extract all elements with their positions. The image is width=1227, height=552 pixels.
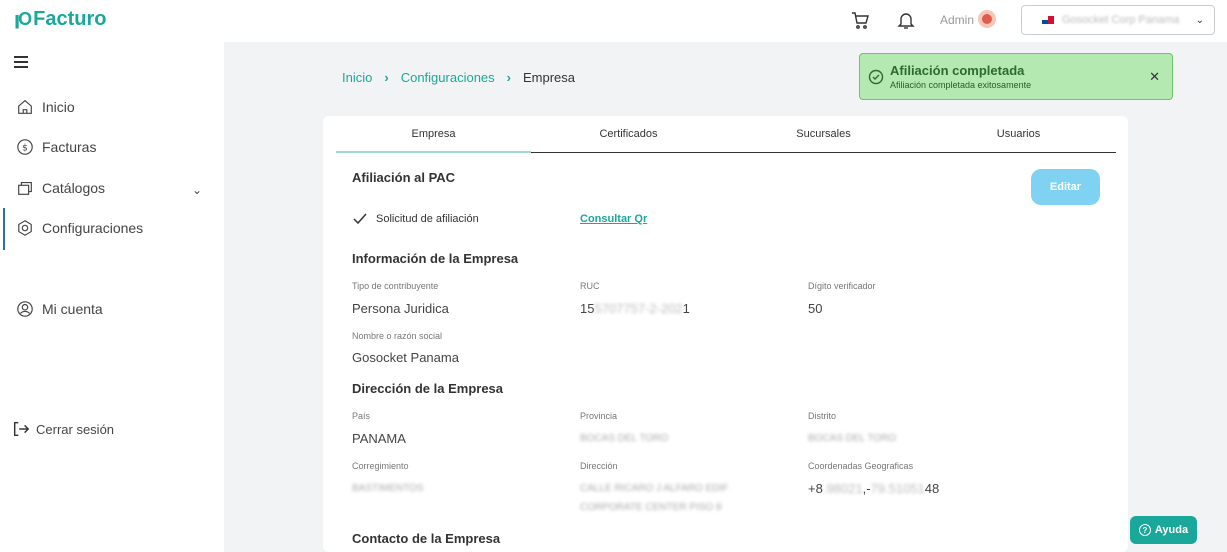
svg-text:$: $ [22,144,28,154]
logout-label: Cerrar sesión [36,421,115,437]
chevron-right-icon: › [384,70,389,85]
sidebar-item-inicio[interactable]: Inicio [16,98,75,116]
check-icon [353,213,367,225]
help-label: Ayuda [1154,524,1189,536]
field-label: Distrito [808,411,837,421]
success-toast: Afiliación completada Afiliación complet… [859,53,1173,100]
street-value-line-2: CORPORATE CENTER PISO 8 [580,502,722,513]
chevron-right-icon: › [506,70,511,85]
sidebar: Inicio $ Facturas Catálogos ⌄ Configurac… [0,42,224,552]
field-label: Provincia [580,411,618,421]
consult-qr-link[interactable]: Consultar Qr [580,213,647,225]
logo-icon: ꞁO [14,9,32,29]
question-icon: ? [1138,524,1151,536]
sidebar-item-label: Mi cuenta [42,301,103,317]
sidebar-item-configuraciones[interactable]: Configuraciones [16,219,143,237]
user-label[interactable]: Admin [940,13,974,27]
chevron-down-icon: ⌄ [1195,14,1204,26]
sidebar-item-catalogos[interactable]: Catálogos [16,179,105,197]
tab-sucursales[interactable]: Sucursales [726,116,921,152]
dollar-circle-icon: $ [17,139,33,155]
active-indicator [3,208,5,250]
township-value: BASTIMENTOS [352,483,424,494]
affiliation-status: Solicitud de afiliación [352,212,479,226]
taxpayer-type-value: Persona Juridica [352,301,449,316]
edit-button[interactable]: Editar [1031,169,1100,205]
gear-icon [18,220,32,236]
cart-icon[interactable] [850,10,870,30]
company-info-title: Información de la Empresa [352,251,519,266]
tab-bar: Empresa Certificados Sucursales Usuarios [336,116,1116,153]
help-button[interactable]: ? Ayuda [1130,516,1197,544]
breadcrumb-current: Empresa [523,70,576,85]
field-label: Dígito verificador [808,281,876,291]
field-label: Nombre o razón social [352,331,443,341]
sidebar-item-label: Inicio [42,99,75,115]
catalog-icon [18,182,32,195]
breadcrumb-section[interactable]: Configuraciones [401,70,495,85]
breadcrumb: Inicio › Configuraciones › Empresa [342,70,575,85]
field-label: País [352,411,371,421]
breadcrumb-home[interactable]: Inicio [342,70,372,85]
contact-title: Contacto de la Empresa [352,531,501,546]
company-card: Empresa Certificados Sucursales Usuarios… [323,116,1128,552]
bell-icon[interactable] [896,10,916,30]
sidebar-item-facturas[interactable]: $ Facturas [16,138,96,156]
district-value: BOCAS DEL TORO [808,433,897,444]
logo-text: Facturo [33,8,107,30]
company-select[interactable]: Gosocket Corp Panama ⌄ [1021,5,1215,35]
close-icon[interactable]: ✕ [1149,69,1160,85]
country-value: PANAMA [352,431,406,446]
field-label: RUC [580,281,600,291]
logout-button[interactable]: Cerrar sesión [12,420,114,438]
street-value-line-1: CALLE RICARO J ALFARO EDIF [580,483,729,494]
pac-section-title: Afiliación al PAC [352,170,456,185]
user-circle-icon [17,301,33,317]
menu-icon[interactable] [14,56,28,71]
tab-certificados[interactable]: Certificados [531,116,726,152]
dv-value: 50 [808,301,823,316]
logout-icon [13,421,30,437]
top-bar: ꞁO Facturo Admin Gosocket Corp Panama ⌄ [0,0,1227,42]
coordinates-value: +8.98021,-79.5105148 [808,481,940,496]
toast-title: Afiliación completada [890,63,1025,78]
logo[interactable]: ꞁO Facturo [14,8,107,31]
flag-icon [1042,16,1054,24]
check-circle-icon [868,69,884,84]
sidebar-item-label: Catálogos [42,180,106,196]
ruc-value: 155707757-2-2021 [580,301,690,316]
sidebar-item-mi-cuenta[interactable]: Mi cuenta [16,300,103,318]
field-label: Dirección [580,461,618,471]
sidebar-item-label: Configuraciones [42,220,144,236]
field-label: Coordenadas Geograficas [808,461,914,471]
toast-message: Afiliación completada exitosamente [890,80,1032,90]
chevron-down-icon[interactable]: ⌄ [192,183,202,197]
province-value: BOCAS DEL TORO [580,433,669,444]
tab-empresa[interactable]: Empresa [336,116,531,153]
sidebar-item-label: Facturas [42,139,97,155]
field-label: Tipo de contribuyente [352,281,439,291]
affiliation-status-label: Solicitud de afiliación [376,213,479,225]
field-label: Corregimiento [352,461,409,471]
address-title: Dirección de la Empresa [352,381,504,396]
tab-usuarios[interactable]: Usuarios [921,116,1116,152]
company-select-value: Gosocket Corp Panama [1062,14,1180,26]
company-name-value: Gosocket Panama [352,350,459,365]
home-icon [18,99,32,114]
avatar[interactable] [978,10,996,28]
